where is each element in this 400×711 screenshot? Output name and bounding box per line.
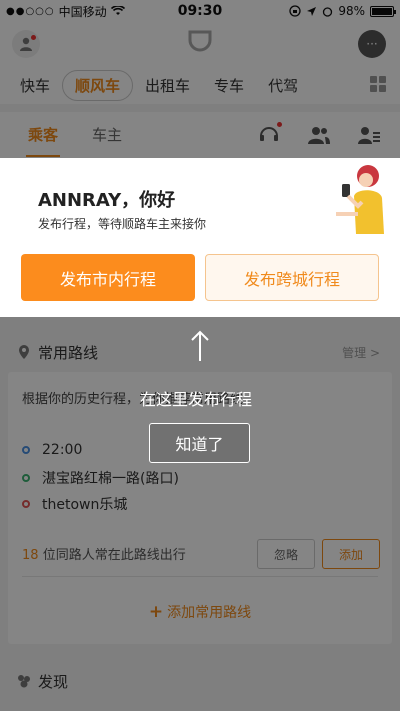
up-arrow-icon (191, 330, 209, 361)
greeting-title: ANNRAY，你好 (38, 190, 176, 211)
coach-mark-text: 在这里发布行程 (140, 390, 253, 409)
greeting-subtitle: 发布行程，等待顺路车主来接你 (38, 217, 207, 231)
publish-intercity-trip-button[interactable]: 发布跨城行程 (205, 254, 379, 301)
got-it-button[interactable]: 知道了 (149, 423, 250, 463)
publish-city-trip-button[interactable]: 发布市内行程 (21, 254, 195, 301)
woman-with-phone-illustration (336, 165, 384, 234)
greeting-card: ANNRAY，你好 发布行程，等待顺路车主来接你 发布市内行程 发布跨城行程 (0, 158, 400, 317)
